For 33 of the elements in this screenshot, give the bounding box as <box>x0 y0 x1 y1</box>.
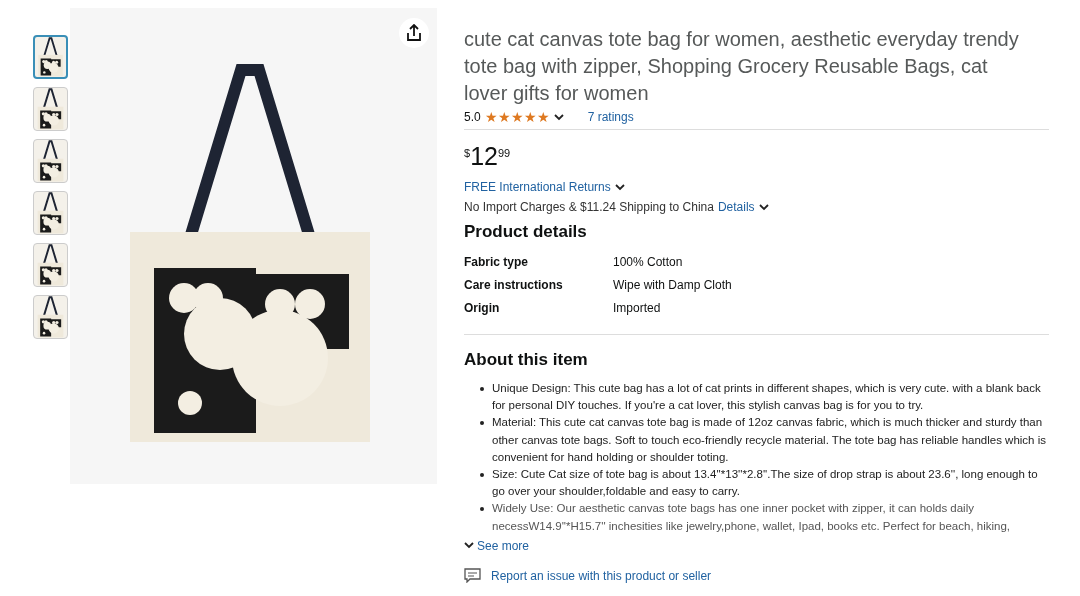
bullet-text: Material: This cute cat canvas tote bag is made of 12oz canvas fabric, which is much thicker and sturdy than other canvas tote bags. Soft to touch eco-friendly recycle material. The tote bag has reliable handles which is convenient for hand holding or shoulder toting. <box>492 415 1047 465</box>
details-link[interactable]: Details <box>717 198 755 216</box>
chevron-down-icon <box>758 203 769 211</box>
bullet-text: Unique Design: This cute bag has a lot of cat prints in different shapes, which is very cute. with a blank back for personal DIY touches. If you're a cat lover, this stylish canvas bag is for you to try. <box>492 381 1042 414</box>
bullet-text: Size: Cute Cat size of tote bag is about 13.4''*13''*2.8''.The size of drop strap is about 23.6'', long enough to go over your shoulder,foldable and easy to carry. <box>492 467 1039 500</box>
thumbnail[interactable] <box>33 87 68 131</box>
report-issue-link[interactable]: Report an issue with this product or seller <box>491 566 712 585</box>
detail-value: 100% Cotton <box>613 253 683 271</box>
detail-label: Care instructions <box>464 276 564 294</box>
chevron-down-icon <box>464 542 474 550</box>
ratings-link[interactable]: 7 ratings <box>587 108 634 126</box>
detail-value: Imported <box>613 299 661 317</box>
section-heading: Product details <box>464 221 588 243</box>
section-heading: About this item <box>464 348 589 371</box>
share-icon <box>406 24 422 42</box>
thumbnail[interactable] <box>33 139 68 183</box>
chat-bubble-icon <box>464 568 481 584</box>
thumbnail[interactable] <box>33 295 68 339</box>
detail-label: Fabric type <box>464 253 530 271</box>
thumbnail[interactable] <box>33 243 68 287</box>
thumbnail[interactable] <box>33 191 68 235</box>
chevron-down-icon <box>614 183 625 191</box>
detail-label: Origin <box>464 299 501 317</box>
returns-link[interactable]: FREE International Returns <box>464 178 611 196</box>
detail-value: Wipe with Damp Cloth <box>613 276 732 294</box>
shipping-info: No Import Charges & $11.24 Shipping to China <box>464 199 714 216</box>
share-button[interactable] <box>399 18 429 48</box>
bullet-text: Widely Use: Our aesthetic canvas tote bags has one inner pocket with zipper, it can holds daily necessW14.9''*H15.7'' inchesities like jewelry,phone, wallet, Ipad, books etc. Perfect for beach, hiking, <box>492 501 1012 534</box>
product-title: cute cat canvas tote bag for women, aesthetic everyday trendy tote bag with zipper, Shopping Grocery Reusable Bags, cat lover gifts for women <box>464 27 1020 106</box>
chevron-down-icon <box>553 113 564 121</box>
rating-value: 5.0 <box>464 109 481 126</box>
thumbnail[interactable] <box>33 35 68 79</box>
see-more-link[interactable]: See more <box>464 536 530 555</box>
